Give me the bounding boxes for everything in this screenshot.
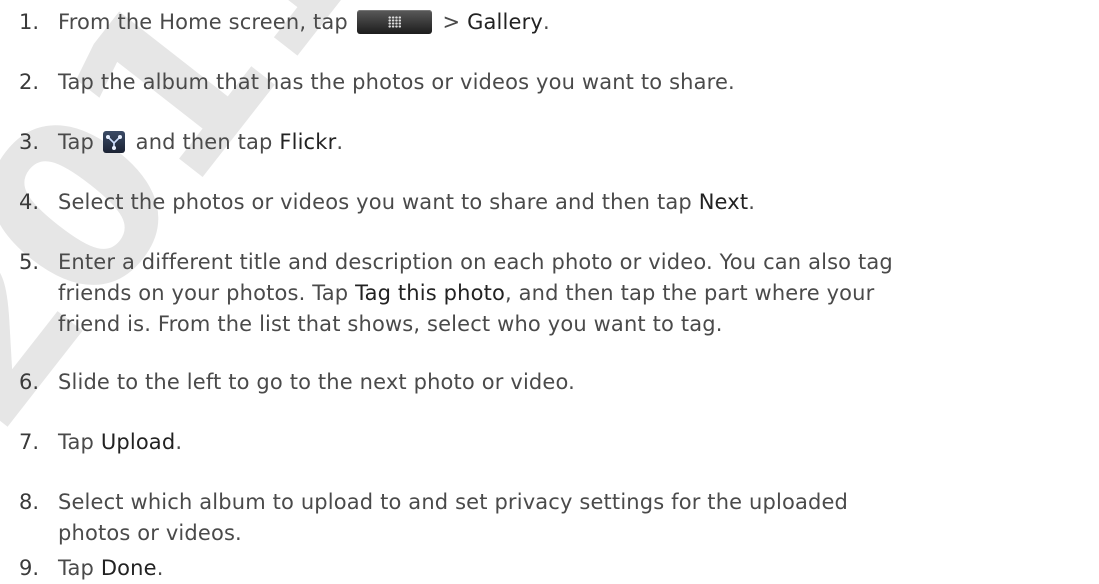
step-text: friends on your photos. Tap (58, 281, 356, 305)
step-text: > (435, 10, 468, 34)
step-text: and then tap (128, 130, 280, 154)
step-number: 1. (19, 10, 40, 34)
share-icon (102, 131, 125, 153)
step-number: 5. (19, 250, 40, 274)
step-bold: Gallery (467, 10, 543, 34)
step-text: Tap (58, 130, 95, 154)
step-bold: Tag this photo (355, 281, 505, 305)
step-number: 7. (19, 430, 40, 454)
step-text: Tap (58, 556, 101, 580)
step-number: 6. (19, 370, 40, 394)
step-number: 4. (19, 190, 40, 214)
step-text: , and then tap the part where your (504, 281, 875, 305)
step-text: Select the photos or videos you want to … (58, 190, 699, 214)
step-text: friend is. From the list that shows, sel… (58, 312, 723, 336)
step-number: 8. (19, 490, 40, 514)
step-number: 3. (19, 130, 40, 154)
step-number: 2. (19, 70, 40, 94)
step-bold: Next (698, 190, 749, 214)
step-number: 9. (19, 556, 40, 580)
step-text: From the Home screen, tap (58, 10, 348, 34)
step-text: Select which album to upload to and set … (58, 490, 849, 514)
step-bold: Upload (100, 430, 176, 454)
step-text: photos or videos. (58, 521, 242, 545)
step-text: Slide to the left to go to the next phot… (58, 370, 575, 394)
step-text: Tap (58, 430, 101, 454)
step-text: Tap the album that has the photos or vid… (58, 70, 735, 94)
all-apps-button-icon (356, 10, 432, 34)
step-bold: Flickr (279, 130, 337, 154)
step-text: Enter a different title and description … (58, 250, 893, 274)
step-bold: Done (100, 556, 157, 580)
